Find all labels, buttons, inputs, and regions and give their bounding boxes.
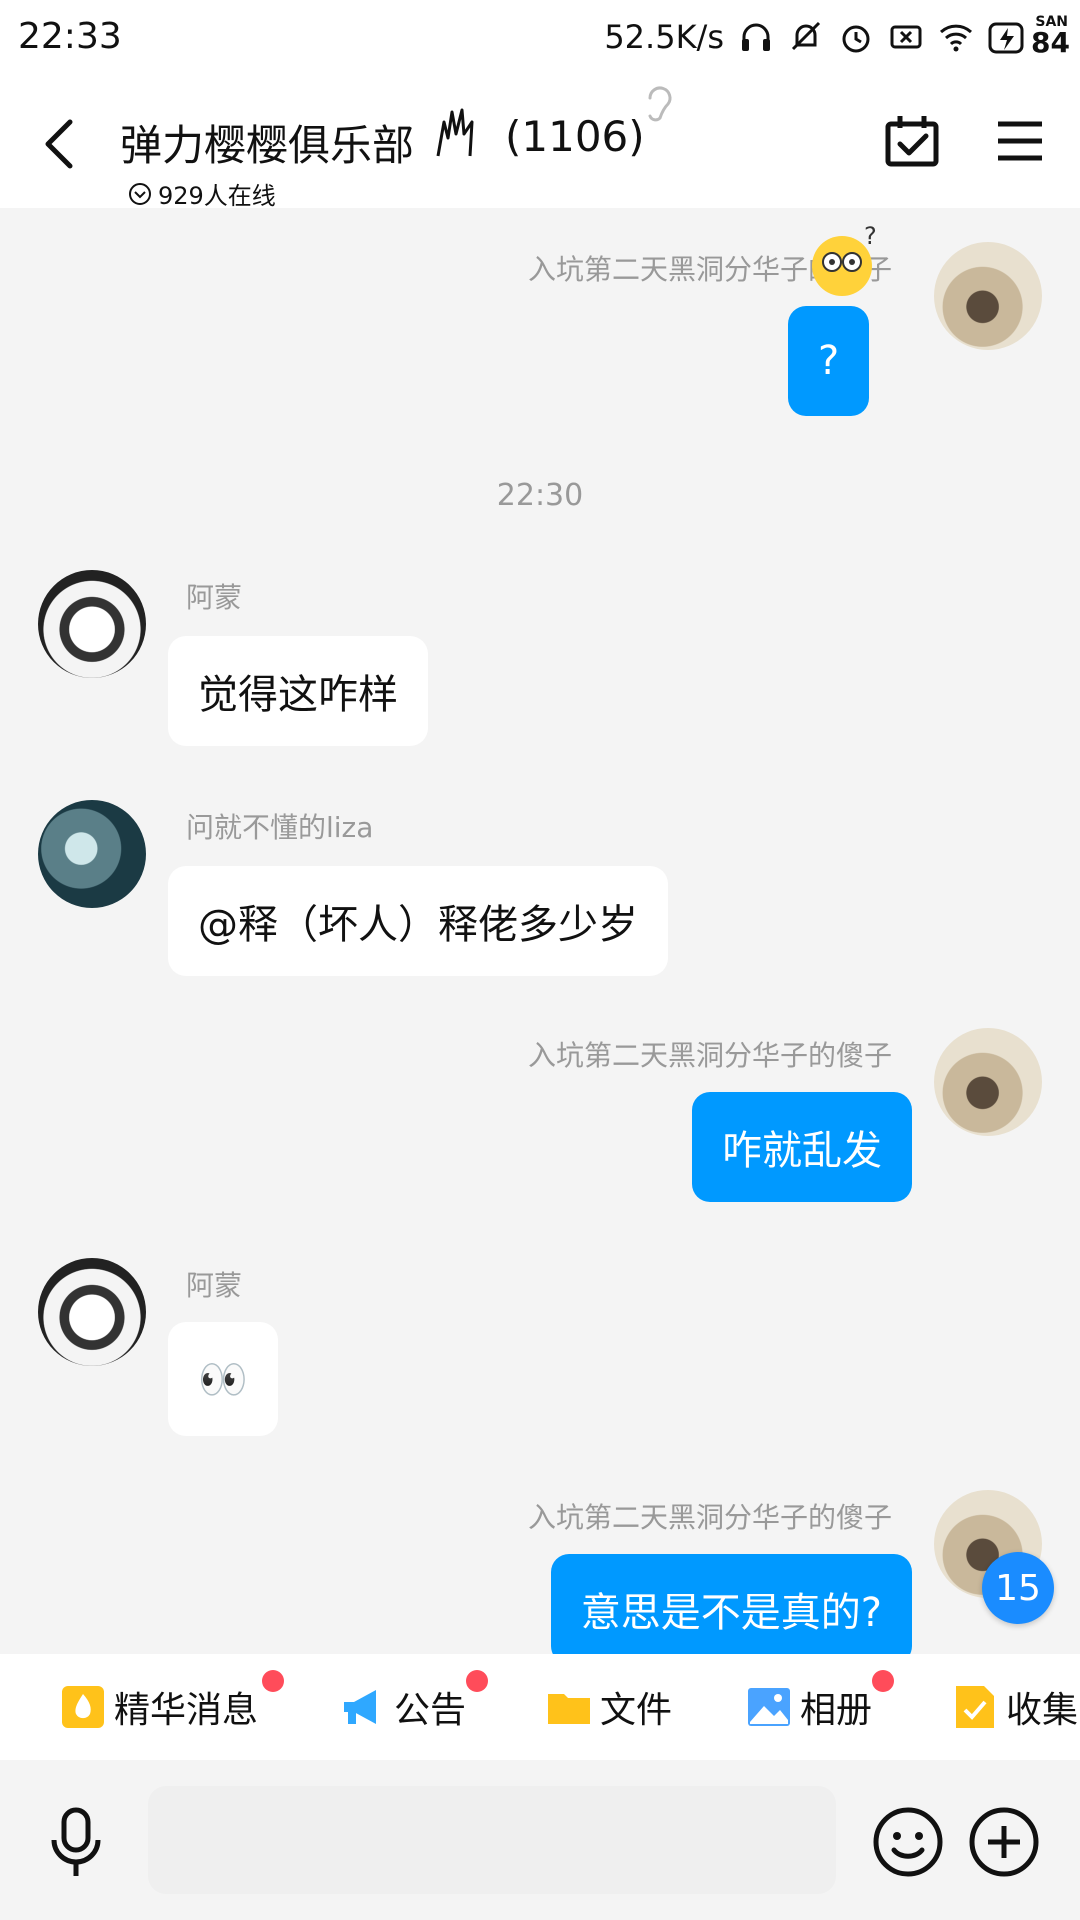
- sender-name: 入坑第二天黑洞分华子的傻子: [527, 1501, 892, 1534]
- avatar[interactable]: [38, 570, 146, 678]
- confused-emoji-icon: ?: [812, 222, 877, 296]
- headphones-icon: [742, 23, 770, 51]
- battery-level: 84: [1031, 26, 1070, 59]
- tool-files[interactable]: 文件: [546, 1680, 672, 1734]
- tool-essence[interactable]: 精华消息: [60, 1680, 258, 1734]
- tool-album[interactable]: 相册: [746, 1680, 872, 1734]
- avatar[interactable]: [934, 242, 1042, 350]
- flame-icon: [62, 1686, 104, 1728]
- chevron-circle-icon: [129, 182, 151, 205]
- chat-header: 弹力樱樱俱乐部 (1106) 929人在线: [0, 76, 1080, 211]
- tool-announcement[interactable]: 公告: [340, 1680, 466, 1734]
- notification-dot: [262, 1670, 284, 1692]
- bell-muted-icon: [791, 21, 821, 51]
- message-input[interactable]: [148, 1786, 836, 1894]
- message-bubble[interactable]: @释（坏人）释佬多少岁: [168, 866, 668, 976]
- tool-label: 相册: [800, 1690, 873, 1731]
- emoji-button[interactable]: [872, 1806, 944, 1878]
- svg-text:?: ?: [864, 222, 877, 250]
- tool-label: 文件: [600, 1690, 673, 1731]
- message-bubble[interactable]: 咋就乱发: [692, 1092, 912, 1202]
- alarm-icon: [842, 25, 870, 53]
- tool-label: 精华消息: [114, 1690, 259, 1731]
- online-status[interactable]: 929人在线: [128, 176, 276, 211]
- avatar[interactable]: [38, 800, 146, 908]
- folder-icon: [548, 1694, 590, 1724]
- calendar-check-button[interactable]: [884, 114, 940, 168]
- status-icons: 52.5K/s SAN 84: [604, 14, 1070, 60]
- notification-dot: [466, 1670, 488, 1692]
- avatar[interactable]: [38, 1258, 146, 1366]
- message-list[interactable]: 入坑第二天黑洞分华子的傻子 ? ? 22:30 阿蒙 觉得这咋样 问就不懂的li…: [0, 208, 1080, 1654]
- tool-label: 收集: [1006, 1690, 1079, 1731]
- microphone-button[interactable]: [46, 1806, 106, 1878]
- sim-off-icon: [890, 25, 922, 49]
- status-time: 22:33: [18, 16, 122, 57]
- photo-icon: [748, 1688, 790, 1726]
- online-count: 929人在线: [158, 182, 276, 210]
- battery-charging-icon: [988, 22, 1024, 54]
- battery-indicator: SAN 84: [988, 14, 1070, 60]
- unread-count-badge[interactable]: 15: [982, 1552, 1054, 1624]
- checklist-icon: [956, 1686, 994, 1728]
- sender-name: 入坑第二天黑洞分华子的傻子: [527, 1039, 892, 1072]
- hand-icon: [436, 108, 474, 157]
- group-title[interactable]: 弹力樱樱俱乐部: [120, 112, 414, 173]
- wifi-icon: [939, 24, 973, 52]
- tool-collect[interactable]: 收集: [952, 1680, 1078, 1734]
- plus-button[interactable]: [968, 1806, 1040, 1878]
- message-bubble[interactable]: 意思是不是真的?: [550, 1554, 912, 1654]
- ear-icon[interactable]: [640, 82, 676, 128]
- net-speed: 52.5K/s: [604, 18, 724, 56]
- sender-name: 问就不懂的liza: [186, 811, 374, 844]
- message-bubble[interactable]: 👀: [168, 1322, 278, 1436]
- avatar[interactable]: [934, 1028, 1042, 1136]
- member-count: (1106): [505, 112, 645, 161]
- status-bar: 22:33 52.5K/s SAN 84: [0, 0, 1080, 76]
- back-button[interactable]: [36, 114, 86, 174]
- message-bubble[interactable]: ?: [788, 306, 870, 416]
- megaphone-icon: [344, 1690, 376, 1724]
- sender-name: 阿蒙: [186, 581, 243, 614]
- message-bubble[interactable]: 觉得这咋样: [168, 636, 428, 746]
- sender-name: 阿蒙: [186, 1269, 243, 1302]
- menu-button[interactable]: [996, 118, 1044, 164]
- timestamp: 22:30: [496, 478, 584, 513]
- input-bar: [0, 1760, 1080, 1920]
- tool-label: 公告: [394, 1690, 467, 1731]
- notification-dot: [872, 1670, 894, 1692]
- group-toolbar: 精华消息 公告 文件 相册 收集: [0, 1654, 1080, 1760]
